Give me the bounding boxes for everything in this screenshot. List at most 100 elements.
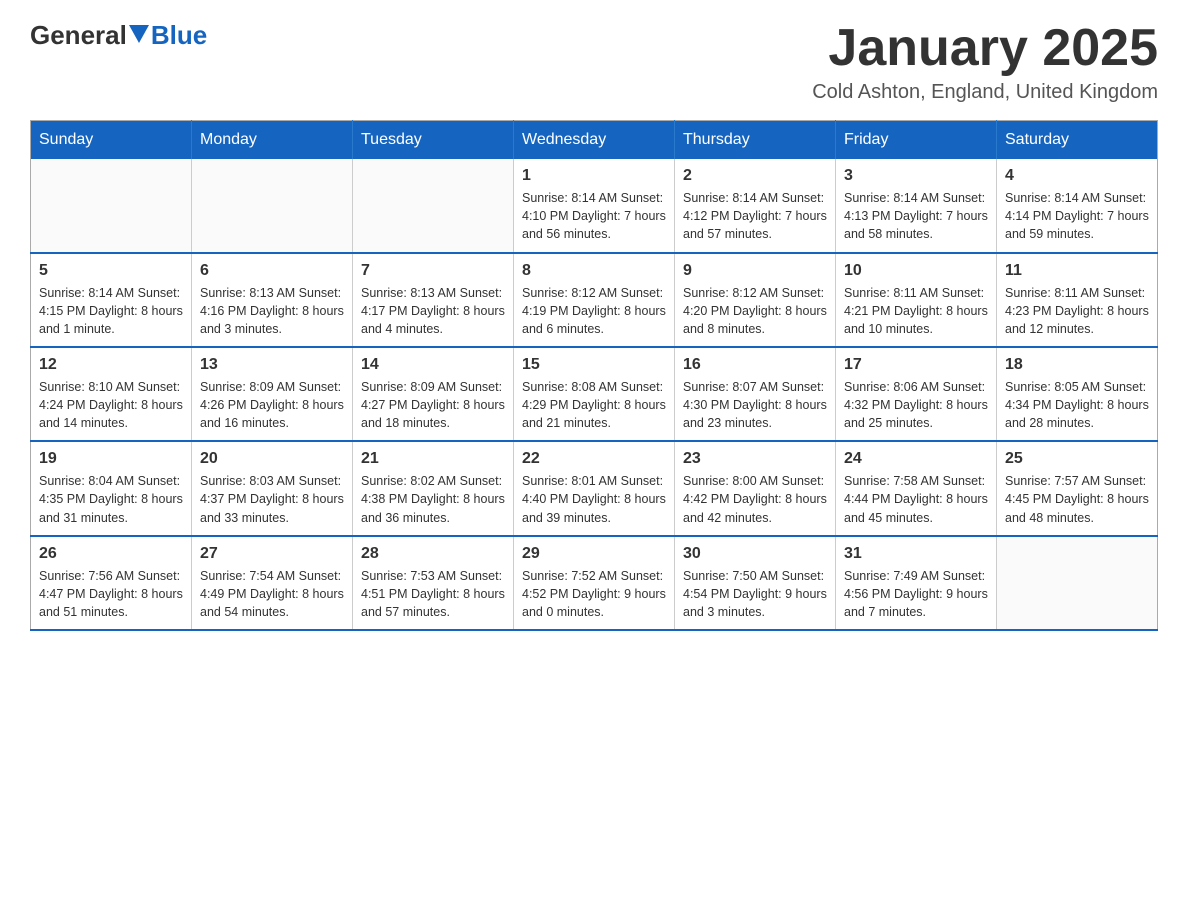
calendar-week-row: 26 Sunrise: 7:56 AM Sunset: 4:47 PM Dayli… [31,536,1158,630]
day-number: 19 [39,450,183,468]
day-info: Sunrise: 8:05 AM Sunset: 4:34 PM Dayligh… [1005,378,1149,432]
day-number: 24 [844,450,988,468]
day-number: 16 [683,356,827,374]
day-number: 2 [683,167,827,185]
day-info: Sunrise: 8:09 AM Sunset: 4:26 PM Dayligh… [200,378,344,432]
day-info: Sunrise: 7:50 AM Sunset: 4:54 PM Dayligh… [683,567,827,621]
calendar-cell: 13 Sunrise: 8:09 AM Sunset: 4:26 PM Dayli… [192,347,353,441]
calendar-cell: 2 Sunrise: 8:14 AM Sunset: 4:12 PM Daylig… [675,159,836,252]
header: General Blue January 2025 Cold Ashton, E… [30,20,1158,104]
day-info: Sunrise: 8:07 AM Sunset: 4:30 PM Dayligh… [683,378,827,432]
day-number: 23 [683,450,827,468]
calendar-cell: 27 Sunrise: 7:54 AM Sunset: 4:49 PM Dayli… [192,536,353,630]
day-number: 28 [361,545,505,563]
day-of-week-header: Monday [192,121,353,160]
calendar-week-row: 5 Sunrise: 8:14 AM Sunset: 4:15 PM Daylig… [31,253,1158,347]
day-info: Sunrise: 8:12 AM Sunset: 4:20 PM Dayligh… [683,284,827,338]
day-info: Sunrise: 8:11 AM Sunset: 4:23 PM Dayligh… [1005,284,1149,338]
day-info: Sunrise: 8:08 AM Sunset: 4:29 PM Dayligh… [522,378,666,432]
calendar-cell: 14 Sunrise: 8:09 AM Sunset: 4:27 PM Dayli… [353,347,514,441]
calendar-cell: 26 Sunrise: 7:56 AM Sunset: 4:47 PM Dayli… [31,536,192,630]
day-info: Sunrise: 8:09 AM Sunset: 4:27 PM Dayligh… [361,378,505,432]
day-info: Sunrise: 8:12 AM Sunset: 4:19 PM Dayligh… [522,284,666,338]
calendar-cell: 11 Sunrise: 8:11 AM Sunset: 4:23 PM Dayli… [997,253,1158,347]
page-title: January 2025 [812,20,1158,77]
day-number: 8 [522,262,666,280]
day-info: Sunrise: 8:13 AM Sunset: 4:17 PM Dayligh… [361,284,505,338]
day-info: Sunrise: 8:03 AM Sunset: 4:37 PM Dayligh… [200,472,344,526]
calendar-cell: 29 Sunrise: 7:52 AM Sunset: 4:52 PM Dayli… [514,536,675,630]
calendar-cell: 23 Sunrise: 8:00 AM Sunset: 4:42 PM Dayli… [675,441,836,535]
logo-area: General Blue [30,20,207,51]
day-of-week-header: Saturday [997,121,1158,160]
day-info: Sunrise: 7:53 AM Sunset: 4:51 PM Dayligh… [361,567,505,621]
day-info: Sunrise: 8:11 AM Sunset: 4:21 PM Dayligh… [844,284,988,338]
calendar-cell [31,159,192,252]
day-number: 29 [522,545,666,563]
calendar-cell [353,159,514,252]
calendar-cell: 6 Sunrise: 8:13 AM Sunset: 4:16 PM Daylig… [192,253,353,347]
day-of-week-header: Sunday [31,121,192,160]
logo: General Blue [30,20,207,51]
day-info: Sunrise: 7:49 AM Sunset: 4:56 PM Dayligh… [844,567,988,621]
calendar-cell: 4 Sunrise: 8:14 AM Sunset: 4:14 PM Daylig… [997,159,1158,252]
day-number: 12 [39,356,183,374]
day-number: 10 [844,262,988,280]
day-info: Sunrise: 8:13 AM Sunset: 4:16 PM Dayligh… [200,284,344,338]
calendar-cell: 30 Sunrise: 7:50 AM Sunset: 4:54 PM Dayli… [675,536,836,630]
logo-triangle-icon [129,25,149,43]
day-number: 4 [1005,167,1149,185]
day-number: 5 [39,262,183,280]
day-number: 30 [683,545,827,563]
calendar-cell: 24Sunrise: 7:58 AM Sunset: 4:44 PM Dayli… [836,441,997,535]
day-number: 9 [683,262,827,280]
day-number: 3 [844,167,988,185]
calendar-cell: 7 Sunrise: 8:13 AM Sunset: 4:17 PM Daylig… [353,253,514,347]
day-info: Sunrise: 8:00 AM Sunset: 4:42 PM Dayligh… [683,472,827,526]
calendar-cell: 28 Sunrise: 7:53 AM Sunset: 4:51 PM Dayli… [353,536,514,630]
day-info: Sunrise: 7:56 AM Sunset: 4:47 PM Dayligh… [39,567,183,621]
day-info: Sunrise: 8:04 AM Sunset: 4:35 PM Dayligh… [39,472,183,526]
calendar-cell: 19 Sunrise: 8:04 AM Sunset: 4:35 PM Dayli… [31,441,192,535]
calendar-cell: 17Sunrise: 8:06 AM Sunset: 4:32 PM Dayli… [836,347,997,441]
day-info: Sunrise: 7:54 AM Sunset: 4:49 PM Dayligh… [200,567,344,621]
day-of-week-header: Thursday [675,121,836,160]
day-number: 6 [200,262,344,280]
calendar-cell: 22Sunrise: 8:01 AM Sunset: 4:40 PM Dayli… [514,441,675,535]
days-of-week-row: SundayMondayTuesdayWednesdayThursdayFrid… [31,121,1158,160]
day-info: Sunrise: 8:14 AM Sunset: 4:10 PM Dayligh… [522,189,666,243]
logo-blue-text: Blue [151,20,207,51]
day-info: Sunrise: 7:52 AM Sunset: 4:52 PM Dayligh… [522,567,666,621]
day-number: 31 [844,545,988,563]
subtitle: Cold Ashton, England, United Kingdom [812,81,1158,104]
day-info: Sunrise: 8:14 AM Sunset: 4:15 PM Dayligh… [39,284,183,338]
day-number: 7 [361,262,505,280]
day-number: 25 [1005,450,1149,468]
day-number: 17 [844,356,988,374]
calendar-cell: 15Sunrise: 8:08 AM Sunset: 4:29 PM Dayli… [514,347,675,441]
calendar-cell: 10 Sunrise: 8:11 AM Sunset: 4:21 PM Dayli… [836,253,997,347]
calendar-cell: 5 Sunrise: 8:14 AM Sunset: 4:15 PM Daylig… [31,253,192,347]
calendar-cell [997,536,1158,630]
calendar-cell: 12Sunrise: 8:10 AM Sunset: 4:24 PM Dayli… [31,347,192,441]
calendar-week-row: 19 Sunrise: 8:04 AM Sunset: 4:35 PM Dayli… [31,441,1158,535]
day-number: 11 [1005,262,1149,280]
day-number: 14 [361,356,505,374]
day-number: 27 [200,545,344,563]
calendar-cell: 20 Sunrise: 8:03 AM Sunset: 4:37 PM Dayli… [192,441,353,535]
calendar-header: SundayMondayTuesdayWednesdayThursdayFrid… [31,121,1158,160]
calendar-cell [192,159,353,252]
day-info: Sunrise: 8:14 AM Sunset: 4:12 PM Dayligh… [683,189,827,243]
day-number: 1 [522,167,666,185]
day-number: 26 [39,545,183,563]
calendar-cell: 8 Sunrise: 8:12 AM Sunset: 4:19 PM Daylig… [514,253,675,347]
calendar-week-row: 12Sunrise: 8:10 AM Sunset: 4:24 PM Dayli… [31,347,1158,441]
calendar-cell: 3 Sunrise: 8:14 AM Sunset: 4:13 PM Daylig… [836,159,997,252]
calendar-cell: 1 Sunrise: 8:14 AM Sunset: 4:10 PM Daylig… [514,159,675,252]
day-number: 13 [200,356,344,374]
calendar-cell: 21Sunrise: 8:02 AM Sunset: 4:38 PM Dayli… [353,441,514,535]
day-info: Sunrise: 8:14 AM Sunset: 4:14 PM Dayligh… [1005,189,1149,243]
day-info: Sunrise: 8:14 AM Sunset: 4:13 PM Dayligh… [844,189,988,243]
day-number: 20 [200,450,344,468]
calendar-week-row: 1 Sunrise: 8:14 AM Sunset: 4:10 PM Daylig… [31,159,1158,252]
